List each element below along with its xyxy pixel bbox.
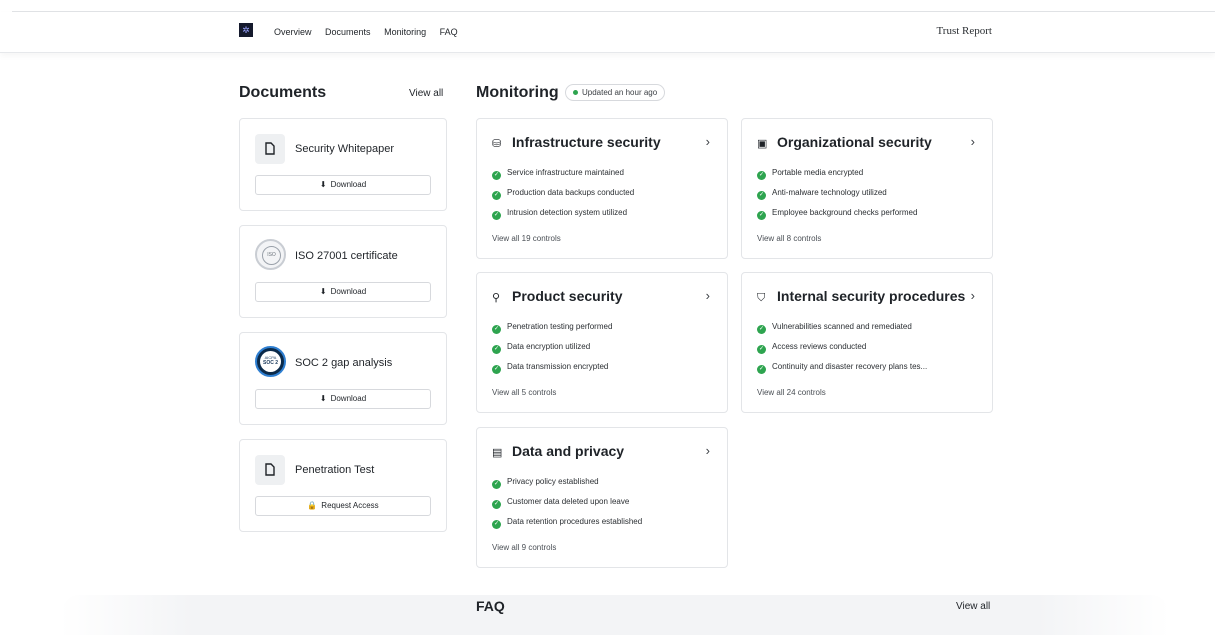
database-icon: ⛁ — [492, 138, 502, 150]
download-button[interactable]: ⬇ Download — [255, 282, 431, 302]
check-icon: ✓ — [492, 211, 501, 220]
documents-view-all-link[interactable]: View all — [409, 88, 443, 99]
monitoring-card-organizational-security[interactable]: ▣ Organizational security › ✓ Portable med… — [741, 118, 993, 259]
view-all-controls-link[interactable]: View all 8 controls — [757, 234, 821, 243]
card-title: ⚲ Product security — [492, 288, 623, 304]
download-icon: ⬇ — [319, 394, 327, 403]
control-item: ✓ Data retention procedures established — [492, 517, 643, 529]
view-all-controls-link[interactable]: View all 24 controls — [757, 388, 826, 397]
document-card-iso-27001: ISO ISO 27001 certificate ⬇ Download — [239, 225, 447, 318]
top-nav: ✲ Overview Documents Monitoring FAQ Trus… — [0, 12, 1215, 53]
chevron-right-icon[interactable]: › — [971, 134, 975, 149]
document-title: Penetration Test — [295, 464, 375, 476]
download-button[interactable]: ⬇ Download — [255, 175, 431, 195]
card-title: ⛉ Internal security procedures — [757, 288, 966, 304]
control-item: ✓ Service infrastructure maintained — [492, 168, 624, 180]
document-card-penetration-test: Penetration Test 🔒 Request Access — [239, 439, 447, 532]
control-item: ✓ Data encryption utilized — [492, 342, 591, 354]
trust-report-title: Trust Report — [936, 25, 992, 37]
document-card-soc2-gap-analysis: AICPA SOC 2 SOC 2 gap analysis ⬇ Download — [239, 332, 447, 425]
file-icon — [255, 134, 285, 164]
download-icon: ⬇ — [319, 287, 327, 296]
download-icon: ⬇ — [319, 180, 327, 189]
card-title: ▣ Organizational security — [757, 134, 932, 150]
check-icon: ✓ — [757, 345, 766, 354]
document-title: Security Whitepaper — [295, 143, 395, 155]
file-icon — [255, 455, 285, 485]
check-icon: ✓ — [492, 345, 501, 354]
aicpa-soc2-badge-icon: AICPA SOC 2 — [255, 346, 286, 377]
check-icon: ✓ — [492, 480, 501, 489]
link-icon: ⚲ — [492, 292, 501, 304]
document-lock-icon: ▤ — [492, 447, 503, 459]
chevron-right-icon[interactable]: › — [706, 134, 710, 149]
shield-icon: ⛉ — [757, 292, 766, 304]
control-item: ✓ Customer data deleted upon leave — [492, 497, 630, 509]
document-card-security-whitepaper: Security Whitepaper ⬇ Download — [239, 118, 447, 211]
view-all-controls-link[interactable]: View all 5 controls — [492, 388, 556, 397]
document-title: ISO 27001 certificate — [295, 250, 398, 262]
control-item: ✓ Privacy policy established — [492, 477, 599, 489]
logo-icon[interactable]: ✲ — [239, 23, 253, 37]
check-icon: ✓ — [492, 365, 501, 374]
check-icon: ✓ — [757, 211, 766, 220]
download-button[interactable]: ⬇ Download — [255, 389, 431, 409]
faq-view-all-link[interactable]: View all — [956, 601, 990, 612]
check-icon: ✓ — [492, 191, 501, 200]
faq-title: FAQ — [476, 598, 505, 614]
monitoring-card-data-and-privacy[interactable]: ▤ Data and privacy › ✓ Privacy policy esta… — [476, 427, 728, 568]
monitoring-card-infrastructure-security[interactable]: ⛁ Infrastructure security › ✓ Service infr… — [476, 118, 728, 259]
control-item: ✓ Production data backups conducted — [492, 188, 635, 200]
check-icon: ✓ — [492, 171, 501, 180]
nav-link-monitoring[interactable]: Monitoring — [384, 27, 426, 37]
control-item: ✓ Anti-malware technology utilized — [757, 188, 887, 200]
control-item: ✓ Vulnerabilities scanned and remediated — [757, 322, 912, 334]
check-icon: ✓ — [492, 500, 501, 509]
status-dot-icon — [573, 90, 578, 95]
faq-section-background — [60, 595, 1170, 635]
updated-status-badge: Updated an hour ago — [565, 84, 666, 101]
nav-link-overview[interactable]: Overview — [274, 27, 312, 37]
check-icon: ✓ — [757, 171, 766, 180]
nav-link-faq[interactable]: FAQ — [440, 27, 458, 37]
iso-badge-icon: ISO — [255, 239, 286, 270]
control-item: ✓ Employee background checks performed — [757, 208, 918, 220]
chevron-right-icon[interactable]: › — [706, 288, 710, 303]
nav-link-documents[interactable]: Documents — [325, 27, 371, 37]
control-item: ✓ Continuity and disaster recovery plans … — [757, 362, 928, 374]
control-item: ✓ Access reviews conducted — [757, 342, 867, 354]
document-title: SOC 2 gap analysis — [295, 357, 393, 369]
chevron-right-icon[interactable]: › — [971, 288, 975, 303]
card-title: ▤ Data and privacy — [492, 443, 625, 459]
control-item: ✓ Portable media encrypted — [757, 168, 864, 180]
monitoring-title: Monitoring — [476, 84, 559, 101]
check-icon: ✓ — [492, 520, 501, 529]
control-item: ✓ Penetration testing performed — [492, 322, 613, 334]
documents-title: Documents — [239, 84, 327, 101]
control-item: ✓ Intrusion detection system utilized — [492, 208, 628, 220]
building-icon: ▣ — [757, 138, 768, 150]
nav-links: Overview Documents Monitoring FAQ — [274, 27, 469, 37]
monitoring-card-product-security[interactable]: ⚲ Product security › ✓ Penetration testing… — [476, 272, 728, 413]
request-access-button[interactable]: 🔒 Request Access — [255, 496, 431, 516]
card-title: ⛁ Infrastructure security — [492, 134, 661, 150]
check-icon: ✓ — [757, 325, 766, 334]
check-icon: ✓ — [757, 191, 766, 200]
lock-icon: 🔒 — [307, 501, 318, 510]
check-icon: ✓ — [757, 365, 766, 374]
monitoring-card-internal-security-procedures[interactable]: ⛉ Internal security procedures › ✓ Vulnera… — [741, 272, 993, 413]
check-icon: ✓ — [492, 325, 501, 334]
chevron-right-icon[interactable]: › — [706, 443, 710, 458]
control-item: ✓ Data transmission encrypted — [492, 362, 609, 374]
view-all-controls-link[interactable]: View all 9 controls — [492, 543, 556, 552]
view-all-controls-link[interactable]: View all 19 controls — [492, 234, 561, 243]
